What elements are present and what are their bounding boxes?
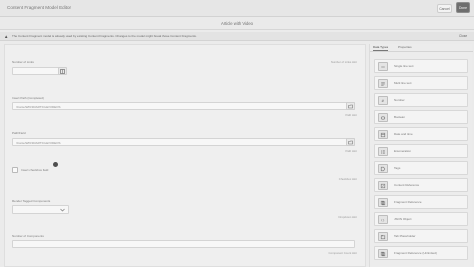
component-label: Content Reference (394, 183, 420, 187)
warning-icon: ▲ (4, 34, 9, 39)
component-item[interactable]: # Number (374, 93, 468, 107)
number-icon: # (378, 96, 388, 105)
calendar-icon (378, 130, 388, 139)
chevron-down-icon (60, 208, 65, 212)
top-bar: Content Fragment Model Editor Cancel Don… (0, 0, 474, 17)
model-form-canvas: Number of Links Number of Links Hint Ins… (4, 44, 366, 267)
component-count-input[interactable] (12, 240, 355, 248)
field-hint: Number of Links Hint (330, 60, 357, 64)
field-label: Path/Field (12, 131, 26, 135)
component-item[interactable]: Fragment Reference (374, 195, 468, 209)
model-title: Article with Video (220, 21, 254, 26)
path-field-input[interactable]: /Conte/WKND/ARTICLE/VIDEOS (12, 138, 355, 146)
path-field-value: /Conte/WKND/ARTICLE/VIDEOS (16, 141, 61, 145)
svg-text:#: # (381, 99, 384, 103)
field-hint: Component Count Hint (328, 251, 357, 255)
field-label: Number of Components (12, 234, 44, 238)
checkbox-label: Insert checkbox field (21, 168, 49, 172)
text-icon (378, 62, 388, 71)
render-dropdown[interactable] (12, 205, 69, 214)
component-label: Boolean (394, 115, 406, 119)
browse-button[interactable] (346, 138, 355, 146)
component-item[interactable]: Boolean (374, 110, 468, 124)
field-label: Render Tagged Components (12, 199, 51, 203)
component-item[interactable]: Enumeration (374, 144, 468, 158)
component-item[interactable]: Tab Placeholder (374, 229, 468, 243)
component-label: Multi line text (394, 81, 412, 85)
cancel-button[interactable]: Cancel (437, 4, 452, 13)
component-label: JSON Object (394, 217, 412, 221)
field-label: Insert Path (Completed) (12, 96, 44, 100)
tab-placeholder-icon (378, 232, 388, 241)
folder-icon (348, 104, 353, 108)
json-icon: {} (378, 215, 388, 224)
component-label: Tab Placeholder (394, 234, 416, 238)
fragment-reference-icon (378, 198, 388, 207)
component-item[interactable]: Tags (374, 161, 468, 175)
warning-banner: ▲ The Content Fragment model is already … (0, 32, 474, 41)
component-label: Number (394, 98, 405, 102)
component-item[interactable]: Single line text (374, 59, 468, 73)
component-item[interactable]: {} JSON Object (374, 212, 468, 226)
component-item[interactable]: Date and time (374, 127, 468, 141)
component-label: Fragment Reference (Unlimited) (394, 251, 437, 255)
folder-icon (348, 140, 353, 144)
field-hint: Path Hint (345, 113, 357, 117)
warning-text: The Content Fragment model is already us… (12, 34, 197, 38)
stepper-icon (60, 68, 65, 74)
boolean-icon (378, 113, 388, 122)
field-hint: Dropdown Hint (338, 215, 358, 219)
tab-properties[interactable]: Properties (398, 45, 412, 50)
fragment-reference-icon (378, 249, 388, 258)
svg-text:{}: {} (381, 218, 385, 222)
data-types-panel: Data Types Properties Single line text Mu… (369, 44, 473, 267)
path-input[interactable]: /Conte/WKND/ARTICLE/VIDEOS (12, 102, 355, 110)
component-label: Single line text (394, 64, 414, 68)
component-label: Tags (394, 166, 401, 170)
component-item[interactable]: Content Reference (374, 178, 468, 192)
component-label: Fragment Reference (394, 200, 422, 204)
done-button[interactable]: Done (456, 2, 470, 13)
stepper-button[interactable] (58, 67, 67, 75)
multiline-icon (378, 79, 388, 88)
field-hint: Path Hint (345, 149, 357, 153)
enumeration-icon (378, 147, 388, 156)
model-header: Article with Video (0, 17, 474, 30)
panel-tabs: Data Types Properties (370, 44, 473, 52)
field-hint: Checkbox Hint (338, 177, 357, 181)
info-icon (53, 162, 58, 167)
component-label: Enumeration (394, 149, 412, 153)
tab-data-types[interactable]: Data Types (373, 45, 389, 51)
path-value: /Conte/WKND/ARTICLE/VIDEOS (16, 105, 61, 109)
content-reference-icon (378, 181, 388, 190)
warning-close-button[interactable]: Close (459, 34, 467, 39)
tag-icon (378, 164, 388, 173)
field-checkbox[interactable] (12, 167, 18, 173)
number-input[interactable] (12, 67, 64, 75)
browse-button[interactable] (346, 102, 355, 110)
field-label: Number of Links (12, 60, 34, 64)
component-item[interactable]: Multi line text (374, 76, 468, 90)
component-item[interactable]: Fragment Reference (Unlimited) (374, 246, 468, 260)
app-title: Content Fragment Model Editor (7, 5, 72, 10)
component-label: Date and time (394, 132, 413, 136)
